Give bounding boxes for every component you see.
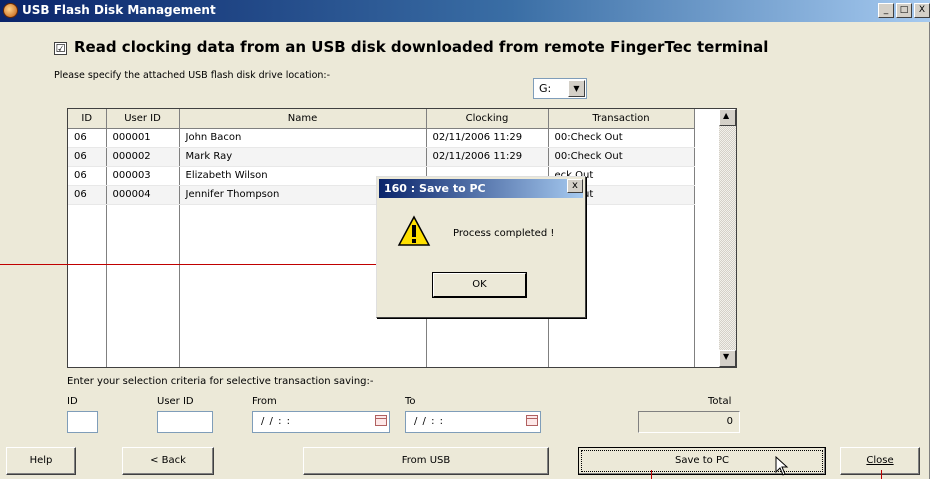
from-date-value: / / : : bbox=[261, 416, 292, 427]
cell-transaction: 00:Check Out bbox=[548, 128, 695, 148]
close-button[interactable]: Close bbox=[840, 447, 920, 475]
minimize-button[interactable]: _ bbox=[878, 3, 894, 18]
cell-user-id: 000001 bbox=[106, 128, 180, 148]
to-date-input[interactable]: / / : : bbox=[405, 411, 541, 433]
column-header-clocking[interactable]: Clocking bbox=[426, 109, 549, 129]
column-header-id[interactable]: ID bbox=[68, 109, 107, 129]
table-row[interactable]: 06 000002 Mark Ray 02/11/2006 11:29 00:C… bbox=[68, 147, 695, 167]
from-usb-button[interactable]: From USB bbox=[303, 447, 549, 475]
to-date-value: / / : : bbox=[414, 416, 445, 427]
cell-clocking: 02/11/2006 11:29 bbox=[426, 147, 549, 167]
cell-id: 06 bbox=[68, 128, 107, 148]
cell-name: John Bacon bbox=[179, 128, 427, 148]
column-header-transaction[interactable]: Transaction bbox=[548, 109, 695, 129]
app-icon bbox=[3, 3, 18, 18]
cell-user-id: 000002 bbox=[106, 147, 180, 167]
criteria-label: Enter your selection criteria for select… bbox=[67, 376, 374, 387]
dialog-message: Process completed ! bbox=[453, 228, 555, 239]
window-title: USB Flash Disk Management bbox=[22, 3, 216, 17]
drive-select-value: G: bbox=[539, 82, 552, 95]
id-filter-label: ID bbox=[67, 396, 78, 407]
back-button[interactable]: < Back bbox=[122, 447, 214, 475]
help-button[interactable]: Help bbox=[6, 447, 76, 475]
dialog-title[interactable]: 160 : Save to PC bbox=[379, 179, 583, 198]
column-header-name[interactable]: Name bbox=[179, 109, 427, 129]
annotation-line bbox=[651, 470, 652, 479]
to-filter-label: To bbox=[405, 396, 416, 407]
total-count-box: 0 bbox=[638, 411, 740, 433]
cell-empty bbox=[106, 204, 180, 367]
save-to-pc-dialog: 160 : Save to PC x Process completed ! O… bbox=[376, 176, 586, 318]
cell-user-id: 000003 bbox=[106, 166, 180, 186]
cell-clocking: 02/11/2006 11:29 bbox=[426, 128, 549, 148]
chevron-up-icon: ▲ bbox=[723, 111, 730, 120]
cell-empty bbox=[68, 204, 107, 367]
from-date-input[interactable]: / / : : bbox=[252, 411, 390, 433]
usb-flash-disk-window: USB Flash Disk Management _ □ X ☑ Read c… bbox=[0, 0, 930, 479]
user-id-filter-input[interactable] bbox=[157, 411, 213, 433]
cell-id: 06 bbox=[68, 185, 107, 205]
user-id-filter-label: User ID bbox=[157, 396, 194, 407]
grid-scrollbar[interactable]: ▲ ▼ bbox=[719, 109, 736, 367]
drive-location-label: Please specify the attached USB flash di… bbox=[54, 70, 331, 81]
table-row[interactable]: 06 000001 John Bacon 02/11/2006 11:29 00… bbox=[68, 128, 695, 148]
read-usb-checkbox[interactable]: ☑ bbox=[54, 42, 67, 55]
read-usb-heading: Read clocking data from an USB disk down… bbox=[74, 38, 769, 56]
from-filter-label: From bbox=[252, 396, 277, 407]
cell-user-id: 000004 bbox=[106, 185, 180, 205]
dialog-ok-button[interactable]: OK bbox=[432, 272, 527, 298]
cell-id: 06 bbox=[68, 166, 107, 186]
scroll-up-button[interactable]: ▲ bbox=[719, 109, 736, 126]
cell-transaction: 00:Check Out bbox=[548, 147, 695, 167]
annotation-line bbox=[881, 470, 882, 479]
total-label: Total bbox=[708, 396, 732, 407]
cell-name: Mark Ray bbox=[179, 147, 427, 167]
close-window-button[interactable]: X bbox=[914, 3, 930, 18]
calendar-icon[interactable] bbox=[526, 415, 538, 426]
maximize-button[interactable]: □ bbox=[896, 3, 912, 18]
warning-icon bbox=[397, 215, 431, 246]
drive-select[interactable]: G: ▼ bbox=[533, 78, 587, 99]
id-filter-input[interactable] bbox=[67, 411, 98, 433]
chevron-down-icon: ▼ bbox=[723, 352, 730, 361]
chevron-down-icon[interactable]: ▼ bbox=[568, 80, 585, 97]
calendar-icon[interactable] bbox=[375, 415, 387, 426]
cell-id: 06 bbox=[68, 147, 107, 167]
title-bar[interactable]: USB Flash Disk Management _ □ X bbox=[0, 0, 930, 22]
mouse-pointer-icon bbox=[775, 456, 789, 476]
annotation-line bbox=[0, 264, 380, 265]
window-controls: _ □ X bbox=[878, 3, 930, 18]
column-header-user-id[interactable]: User ID bbox=[106, 109, 180, 129]
dialog-close-button[interactable]: x bbox=[567, 179, 583, 193]
scroll-down-button[interactable]: ▼ bbox=[719, 350, 736, 367]
total-count-value: 0 bbox=[726, 416, 733, 427]
